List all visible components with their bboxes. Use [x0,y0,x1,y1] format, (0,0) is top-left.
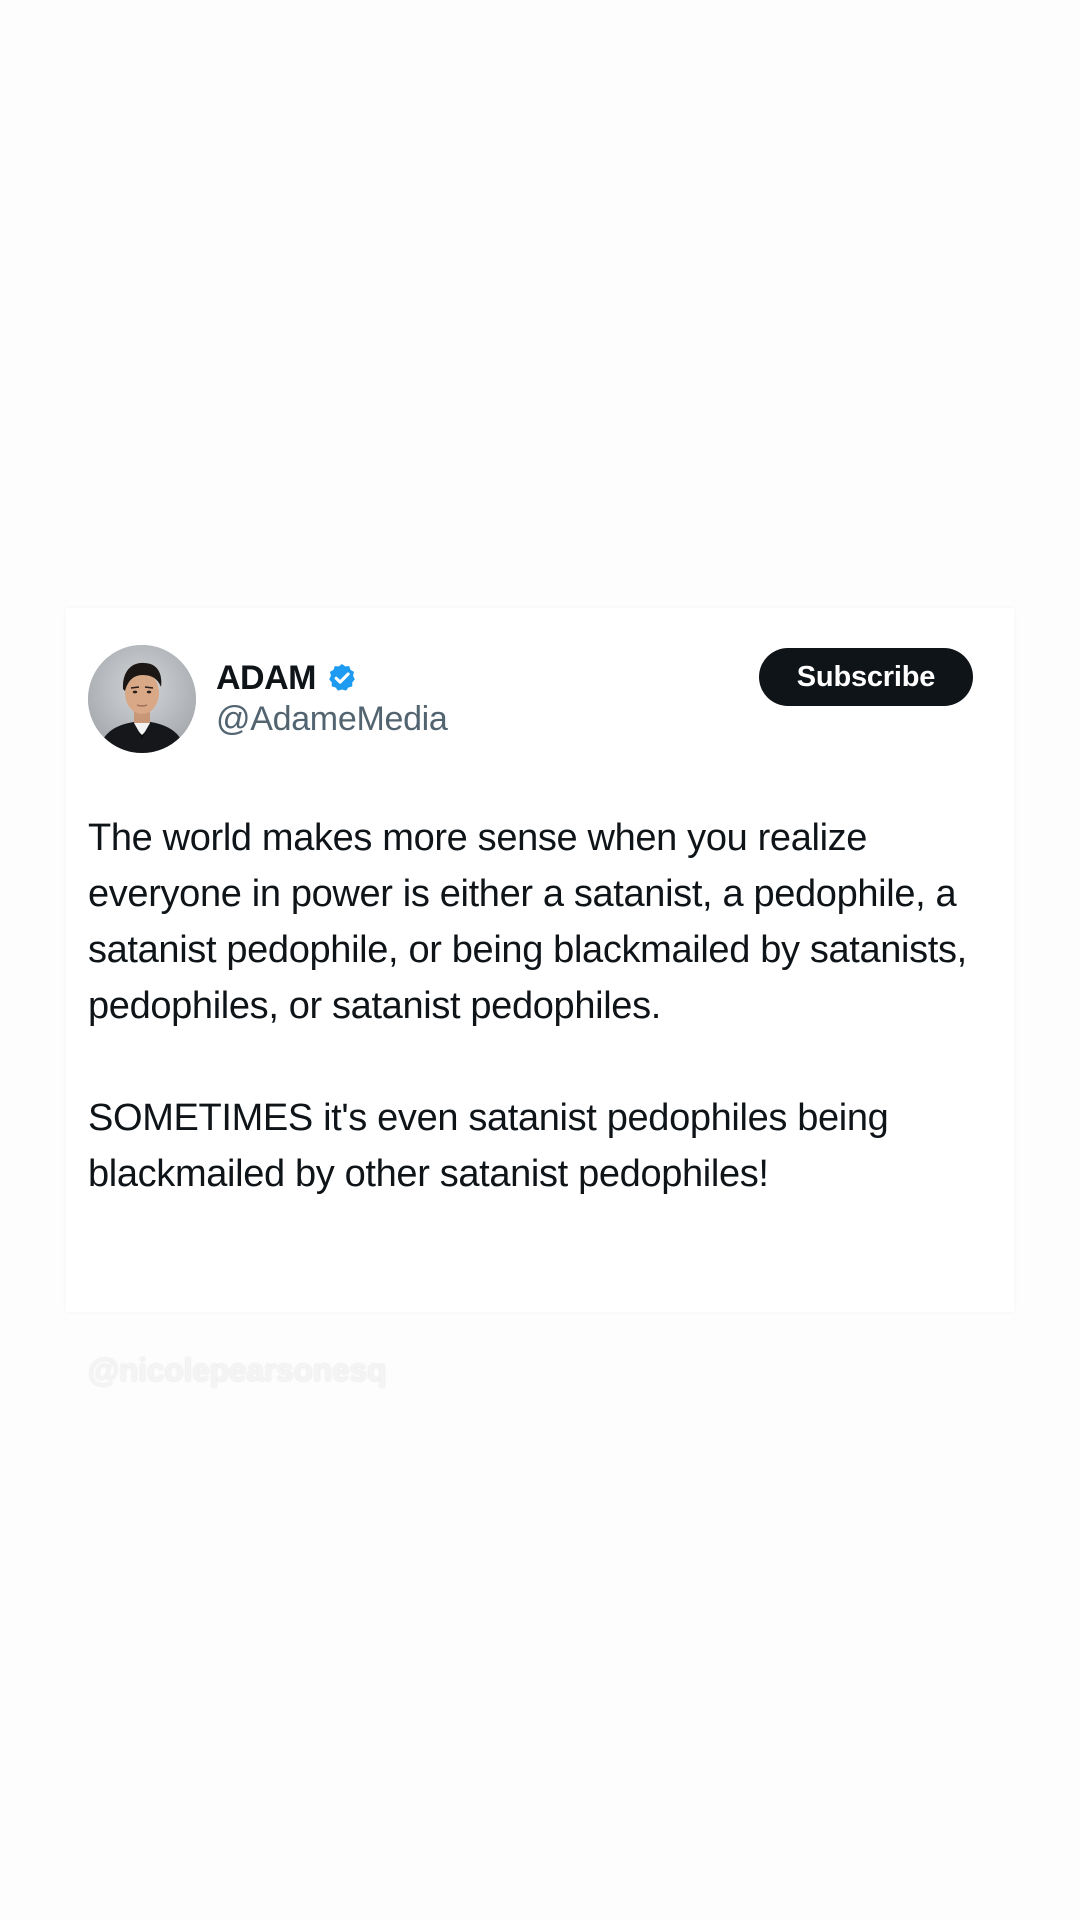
avatar[interactable] [88,645,196,753]
name-row: ADAM [216,656,358,700]
tweet-paragraph: SOMETIMES it's even satanist pedophiles … [88,1097,889,1195]
avatar-image [88,645,196,753]
tweet-paragraph: The world makes more sense when you real… [88,817,967,1027]
tweet-card: ADAM @AdameMedia Subscribe The world mak… [66,608,1014,1312]
watermark: @nicolepearsonesq [88,1352,387,1388]
display-name[interactable]: ADAM [216,659,316,698]
tweet-text: The world makes more sense when you real… [88,810,1004,1202]
verified-badge-icon [329,664,355,691]
user-handle[interactable]: @AdameMedia [216,700,448,739]
subscribe-button[interactable]: Subscribe [759,648,973,706]
